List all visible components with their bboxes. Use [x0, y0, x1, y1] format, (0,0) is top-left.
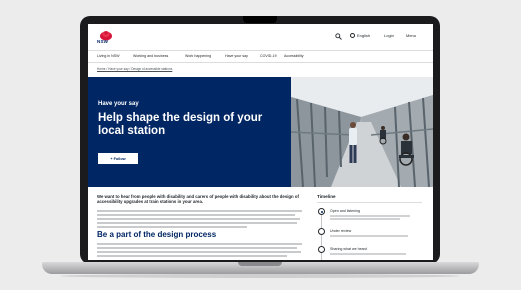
- nav-item-accessibility[interactable]: Accessibility: [284, 54, 304, 58]
- follow-button[interactable]: + Follow: [98, 153, 138, 164]
- hero-banner: Have your say Help shape the design of y…: [88, 77, 291, 187]
- body-text-line: [97, 247, 297, 249]
- breadcrumb[interactable]: Home / Have your say / Design of accessi…: [97, 67, 172, 71]
- logo-text: NSW: [97, 39, 109, 44]
- laptop-shadow: [60, 274, 460, 278]
- timeline-step-icon: [318, 246, 325, 253]
- body-text-line: [97, 226, 247, 228]
- nav-item-working[interactable]: Working and business: [133, 54, 168, 58]
- body-text-line: [97, 243, 302, 245]
- nav-item-have-your-say[interactable]: Have your say: [225, 54, 248, 58]
- divider: [317, 202, 422, 203]
- camera-notch: [243, 16, 277, 23]
- main-nav: Living in NSW Working and business Work …: [88, 50, 433, 63]
- nsw-logo[interactable]: NSW: [97, 28, 115, 46]
- intro-text: We want to hear from people with disabil…: [97, 194, 299, 205]
- timeline-step-label: Open and listening: [330, 209, 360, 213]
- timeline-panel: Timeline Open and listening Under review…: [317, 194, 427, 260]
- browser-screen: NSW English Login Menu Living in NSW Wor…: [88, 24, 433, 260]
- globe-icon: [350, 33, 355, 38]
- hero-photo: [291, 77, 433, 187]
- breadcrumb-text[interactable]: Home / Have your say / Design of accessi…: [97, 67, 172, 71]
- site-header: NSW English Login Menu: [88, 24, 433, 50]
- body-text-line: [97, 251, 301, 253]
- timeline-step-detail: [330, 235, 408, 237]
- timeline-step-detail: [330, 253, 406, 255]
- timeline-step-icon: [318, 208, 325, 215]
- hero-kicker: Have your say: [98, 101, 139, 107]
- timeline-step-label: Sharing what we heard: [330, 247, 367, 251]
- timeline-heading: Timeline: [317, 194, 336, 199]
- menu-button[interactable]: Menu: [406, 33, 416, 38]
- body-text-line: [97, 218, 300, 220]
- nav-item-covid[interactable]: COVID-19: [260, 54, 277, 58]
- nav-item-living[interactable]: Living in NSW: [97, 54, 120, 58]
- laptop-base-groove: [238, 262, 282, 266]
- nav-item-work-happening[interactable]: Work happening: [185, 54, 211, 58]
- body-text-line: [97, 210, 302, 212]
- body-text-line: [97, 255, 287, 257]
- timeline-step-label: Under review: [330, 229, 352, 233]
- page-title: Help shape the design of your local stat…: [98, 112, 263, 137]
- station-walkway-image: [291, 77, 433, 187]
- body-text-line: [97, 222, 297, 224]
- login-link[interactable]: Login: [384, 33, 394, 38]
- language-label: English: [357, 33, 371, 38]
- timeline-step-detail: [330, 218, 400, 220]
- timeline-step-detail: [330, 215, 410, 217]
- body-text-line: [97, 214, 295, 216]
- section-heading: Be a part of the design process: [97, 230, 217, 239]
- search-icon[interactable]: [335, 33, 342, 40]
- timeline-step-icon: [318, 228, 325, 235]
- follow-label: + Follow: [110, 156, 126, 161]
- language-selector[interactable]: English: [350, 33, 370, 38]
